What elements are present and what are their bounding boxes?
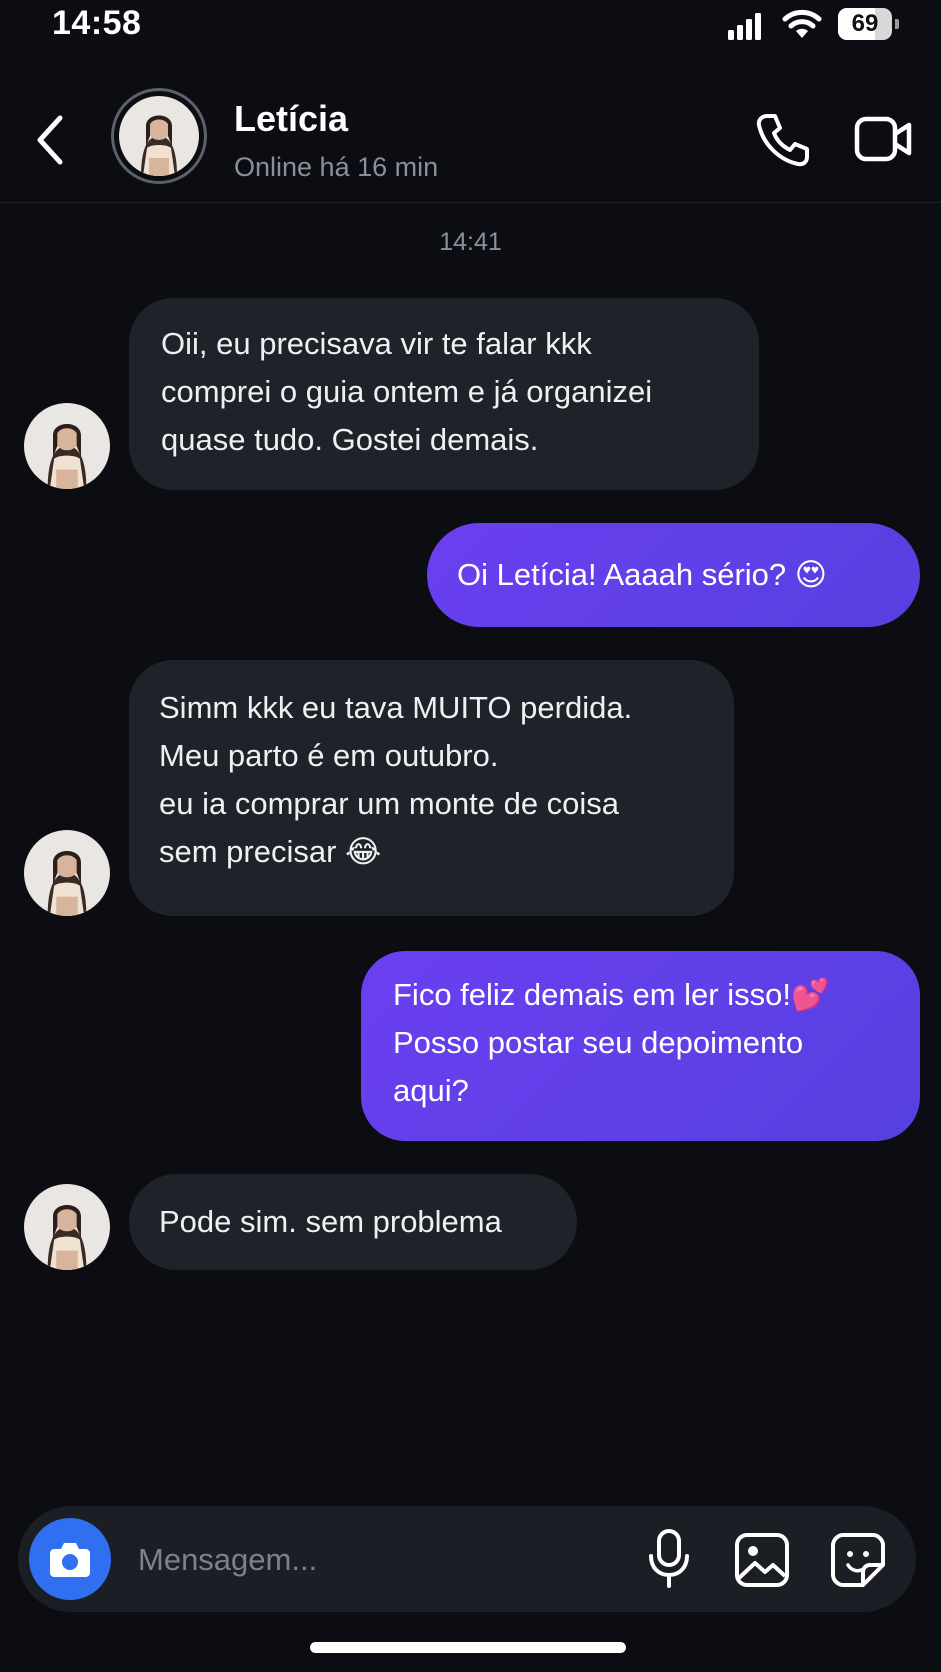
battery-indicator: 69 [838, 8, 900, 40]
message-input[interactable] [136, 1532, 620, 1588]
camera-button[interactable] [29, 1518, 111, 1600]
battery-level: 69 [851, 10, 879, 37]
microphone-icon[interactable] [646, 1528, 692, 1590]
contact-status: Online há 16 min [234, 152, 439, 182]
wifi-icon [782, 9, 822, 38]
sticker-icon[interactable] [830, 1532, 886, 1588]
gallery-icon[interactable] [734, 1532, 790, 1588]
avatar[interactable] [24, 830, 110, 916]
home-indicator[interactable] [310, 1642, 626, 1653]
status-time: 14:58 [52, 4, 142, 42]
chat-timestamp: 14:41 [439, 228, 502, 256]
message-bubble-incoming[interactable]: Simm kkk eu tava MUITO perdida. Meu part… [129, 660, 734, 916]
status-bar: 14:58 69 [0, 0, 941, 60]
video-camera-icon[interactable] [854, 116, 912, 162]
phone-icon[interactable] [755, 112, 809, 168]
avatar[interactable] [24, 1184, 110, 1270]
contact-name[interactable]: Letícia [234, 98, 348, 140]
avatar[interactable] [24, 403, 110, 489]
message-composer [18, 1506, 916, 1612]
back-icon[interactable] [30, 112, 70, 168]
message-bubble-incoming[interactable]: Pode sim. sem problema [129, 1174, 577, 1270]
message-bubble-outgoing[interactable]: Fico feliz demais em ler isso!💕 Posso po… [361, 951, 920, 1141]
message-bubble-outgoing[interactable]: Oi Letícia! Aaaah sério? 😍 [427, 523, 920, 627]
message-bubble-incoming[interactable]: Oii, eu precisava vir te falar kkk compr… [129, 298, 759, 490]
avatar-image [119, 96, 199, 176]
cellular-signal-icon [728, 13, 761, 40]
chat-header: Letícia Online há 16 min [0, 60, 941, 203]
camera-icon [50, 1543, 90, 1577]
avatar[interactable] [111, 88, 207, 184]
